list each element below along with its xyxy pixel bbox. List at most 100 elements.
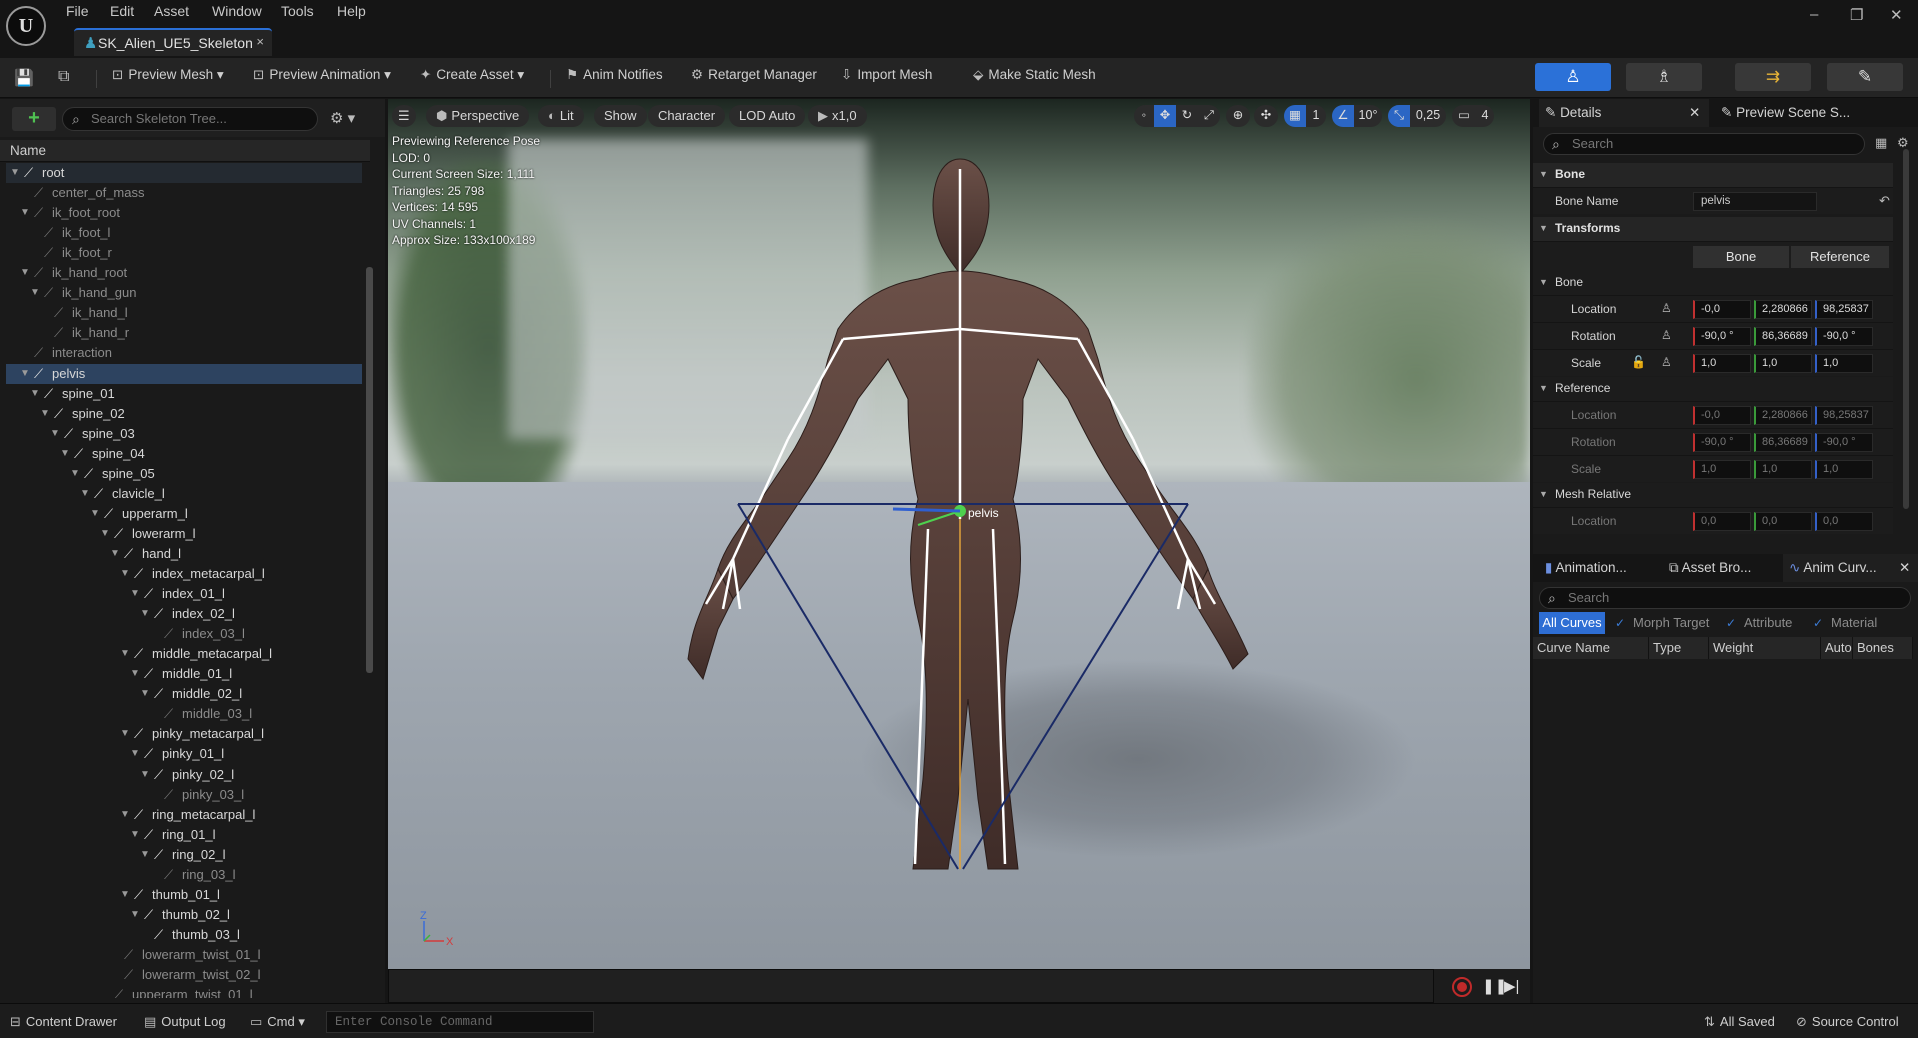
- expand-arrow-icon[interactable]: ▼: [40, 404, 50, 423]
- expand-arrow-icon[interactable]: ▼: [20, 263, 30, 282]
- location-z-field[interactable]: 98,25837: [1815, 300, 1873, 319]
- rotation-x-field[interactable]: -90,0 °: [1693, 327, 1751, 346]
- column-bones[interactable]: Bones: [1853, 637, 1913, 659]
- tree-row-clavicle_l[interactable]: ▼ ⟋ clavicle_l: [6, 484, 362, 504]
- tree-row-index_02_l[interactable]: ▼ ⟋ index_02_l: [6, 604, 362, 624]
- browse-asset-icon[interactable]: ⧉: [58, 68, 69, 86]
- expand-arrow-icon[interactable]: ▼: [130, 825, 140, 844]
- window-close-button[interactable]: ✕: [1890, 6, 1903, 24]
- expand-arrow-icon[interactable]: ▼: [130, 584, 140, 603]
- expand-arrow-icon[interactable]: ▼: [20, 203, 30, 222]
- column-auto[interactable]: Auto: [1821, 637, 1853, 659]
- tree-row-thumb_01_l[interactable]: ▼ ⟋ thumb_01_l: [6, 885, 362, 905]
- tree-row-index_01_l[interactable]: ▼ ⟋ index_01_l: [6, 584, 362, 604]
- tree-row-pinky_02_l[interactable]: ▼ ⟋ pinky_02_l: [6, 765, 362, 785]
- step-forward-icon[interactable]: ▶|: [1504, 977, 1519, 995]
- tree-row-lowerarm_twist_01_l[interactable]: ⟋ lowerarm_twist_01_l: [6, 945, 362, 965]
- tree-row-ik_foot_root[interactable]: ▼ ⟋ ik_foot_root: [6, 203, 362, 223]
- column-header-name[interactable]: Name: [0, 140, 370, 162]
- lock-icon[interactable]: 🔓: [1631, 355, 1646, 369]
- scale-y-field[interactable]: 1,0: [1754, 354, 1812, 373]
- tree-row-lowerarm_twist_02_l[interactable]: ⟋ lowerarm_twist_02_l: [6, 965, 362, 985]
- tab-details[interactable]: ✎ Details ✕: [1539, 99, 1709, 127]
- tab-asset-browser[interactable]: ⧉ Asset Bro...: [1663, 554, 1751, 582]
- expand-arrow-icon[interactable]: ▼: [10, 163, 20, 182]
- restore-button[interactable]: ❐: [1850, 6, 1863, 24]
- scale-z-field[interactable]: 1,0: [1815, 354, 1873, 373]
- expand-arrow-icon[interactable]: ▼: [20, 364, 30, 383]
- tab-anim-curves[interactable]: ∿ Anim Curv... ✕: [1783, 554, 1918, 582]
- expand-arrow-icon[interactable]: ▼: [90, 504, 100, 523]
- expand-arrow-icon[interactable]: ▼: [110, 544, 120, 563]
- rotate-icon[interactable]: ↻: [1176, 105, 1198, 127]
- preview-animation-button[interactable]: ⊡ Preview Animation ▾: [253, 67, 391, 89]
- import-mesh-button[interactable]: ⇩ Import Mesh: [841, 67, 932, 89]
- tree-row-middle_02_l[interactable]: ▼ ⟋ middle_02_l: [6, 684, 362, 704]
- viewport-options-button[interactable]: ☰: [392, 105, 416, 127]
- grid-snap-value[interactable]: 1: [1306, 105, 1326, 127]
- character-button[interactable]: Character: [648, 105, 726, 127]
- preview-viewport[interactable]: pelvis ☰ ⬢ Perspective ◐ Lit Show Characte…: [388, 99, 1530, 969]
- section-transforms[interactable]: ▼ Transforms: [1533, 217, 1893, 241]
- bone-name-field[interactable]: pelvis: [1693, 192, 1817, 211]
- curves-search-input[interactable]: [1568, 590, 1864, 605]
- rotation-y-field[interactable]: 86,36689: [1754, 327, 1812, 346]
- expand-arrow-icon[interactable]: ▼: [120, 724, 130, 743]
- space-toggle-icon[interactable]: ♙: [1661, 301, 1672, 315]
- translate-icon[interactable]: ✥: [1154, 105, 1176, 127]
- record-button[interactable]: [1452, 977, 1472, 997]
- tree-row-spine_04[interactable]: ▼ ⟋ spine_04: [6, 444, 362, 464]
- tree-row-center_of_mass[interactable]: ⟋ center_of_mass: [6, 183, 362, 203]
- space-toggle-icon[interactable]: ♙: [1661, 328, 1672, 342]
- section-bone[interactable]: ▼ Bone: [1533, 163, 1893, 187]
- subsection-reference[interactable]: ▼ Reference: [1533, 377, 1893, 401]
- tree-row-pelvis[interactable]: ▼ ⟋ pelvis: [6, 363, 362, 384]
- add-socket-button[interactable]: +: [12, 107, 56, 131]
- column-type[interactable]: Type: [1649, 637, 1709, 659]
- physics-mode-button[interactable]: ✎: [1827, 63, 1903, 91]
- morph-target-filter[interactable]: ✓ Morph Target: [1615, 615, 1709, 630]
- coordinate-space-icon[interactable]: ⊕: [1226, 105, 1250, 127]
- tree-row-ik_foot_r[interactable]: ⟋ ik_foot_r: [6, 243, 362, 263]
- expand-arrow-icon[interactable]: ▼: [120, 805, 130, 824]
- tab-animation[interactable]: ▮ Animation...: [1539, 554, 1627, 582]
- skeleton-tree-search-input[interactable]: [91, 111, 311, 126]
- expand-arrow-icon[interactable]: ▼: [80, 484, 90, 503]
- reference-toggle-button[interactable]: Reference: [1791, 246, 1889, 268]
- details-search-input[interactable]: [1572, 136, 1828, 151]
- skeleton-tree-search[interactable]: ⌕: [62, 107, 318, 131]
- preview-mesh-button[interactable]: ⊡ Preview Mesh ▾: [112, 67, 224, 89]
- tree-row-pinky_03_l[interactable]: ⟋ pinky_03_l: [6, 785, 362, 805]
- cmd-dropdown[interactable]: ▭ Cmd ▾: [250, 1014, 305, 1030]
- camera-speed-icon[interactable]: ▭: [1452, 105, 1476, 127]
- curves-search[interactable]: ⌕: [1539, 587, 1911, 609]
- tree-row-index_metacarpal_l[interactable]: ▼ ⟋ index_metacarpal_l: [6, 564, 362, 584]
- rotation-z-field[interactable]: -90,0 °: [1815, 327, 1873, 346]
- select-mode-icon[interactable]: ◦: [1134, 105, 1154, 127]
- save-icon[interactable]: 💾: [14, 68, 34, 88]
- tree-row-ring_03_l[interactable]: ⟋ ring_03_l: [6, 865, 362, 885]
- scale-x-field[interactable]: 1,0: [1693, 354, 1751, 373]
- expand-arrow-icon[interactable]: ▼: [70, 464, 80, 483]
- tree-row-pinky_01_l[interactable]: ▼ ⟋ pinky_01_l: [6, 744, 362, 764]
- details-scrollbar[interactable]: [1903, 149, 1909, 509]
- close-curves-icon[interactable]: ✕: [1899, 554, 1910, 582]
- space-toggle-icon[interactable]: ♙: [1661, 355, 1672, 369]
- surface-snap-icon[interactable]: ✣: [1254, 105, 1278, 127]
- tree-row-thumb_03_l[interactable]: ⟋ thumb_03_l: [6, 925, 362, 945]
- menu-file[interactable]: File: [66, 3, 89, 19]
- tree-row-middle_01_l[interactable]: ▼ ⟋ middle_01_l: [6, 664, 362, 684]
- expand-arrow-icon[interactable]: ▼: [140, 684, 150, 703]
- console-command-field[interactable]: [326, 1011, 594, 1033]
- tree-row-middle_metacarpal_l[interactable]: ▼ ⟋ middle_metacarpal_l: [6, 644, 362, 664]
- lod-button[interactable]: LOD Auto: [729, 105, 806, 127]
- tree-row-interaction[interactable]: ⟋ interaction: [6, 343, 362, 363]
- expand-arrow-icon[interactable]: ▼: [130, 905, 140, 924]
- tree-row-ik_foot_l[interactable]: ⟋ ik_foot_l: [6, 223, 362, 243]
- menu-edit[interactable]: Edit: [110, 3, 134, 19]
- tree-row-spine_03[interactable]: ▼ ⟋ spine_03: [6, 424, 362, 444]
- expand-arrow-icon[interactable]: ▼: [30, 283, 40, 302]
- tree-scrollbar[interactable]: [366, 267, 373, 673]
- attribute-filter[interactable]: ✓ Attribute: [1726, 615, 1792, 630]
- unreal-logo-icon[interactable]: U: [6, 6, 46, 46]
